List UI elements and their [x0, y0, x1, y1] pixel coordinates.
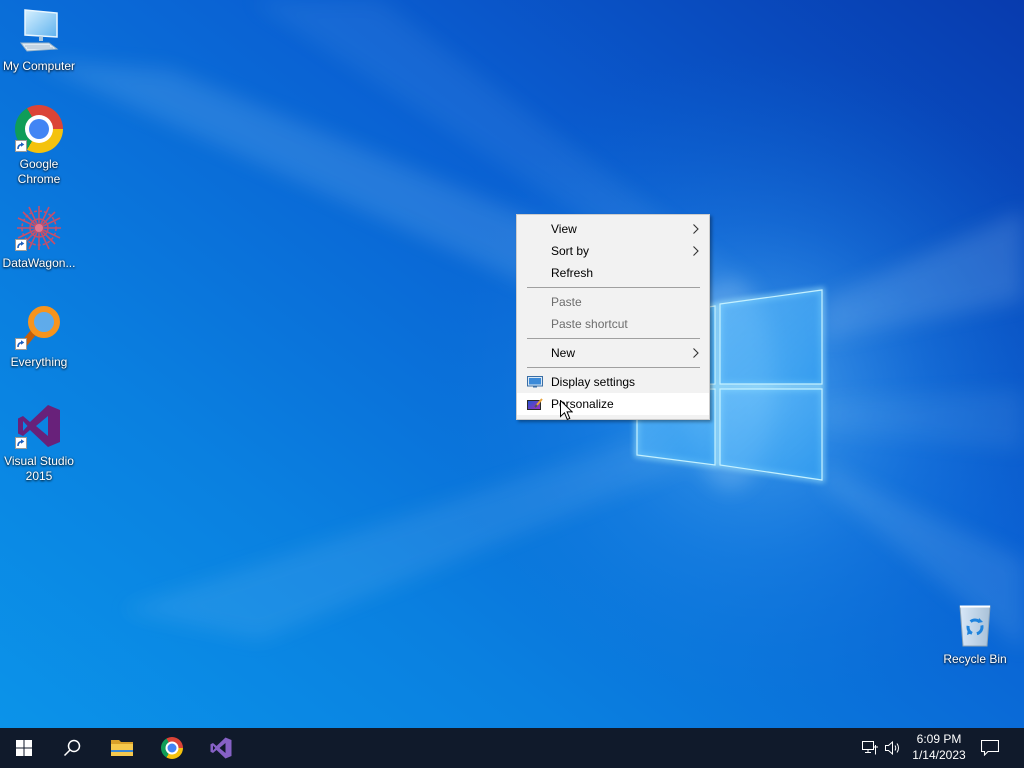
shortcut-arrow-icon	[15, 437, 27, 449]
menu-item-label: Refresh	[551, 266, 594, 280]
tray-notifications[interactable]	[975, 728, 1005, 768]
desktop-wallpaper[interactable]	[0, 0, 1024, 768]
shortcut-arrow-icon	[15, 239, 27, 251]
menu-item-new[interactable]: New	[517, 342, 709, 364]
menu-item-sort-by[interactable]: Sort by	[517, 240, 709, 262]
menu-item-personalize[interactable]: Personalize	[517, 393, 709, 415]
desktop-icon-label: DataWagon...	[2, 256, 76, 270]
chrome-icon	[161, 737, 183, 759]
tray-volume[interactable]	[881, 728, 905, 768]
mouse-pointer-icon	[560, 400, 573, 421]
search-icon	[63, 739, 81, 757]
desktop-icon-label: Recycle Bin	[943, 652, 1007, 666]
chevron-right-icon	[693, 246, 699, 256]
desktop-icon-label: Google Chrome	[17, 157, 61, 186]
chrome-icon	[15, 105, 63, 153]
desktop-icon-google-chrome[interactable]: Google Chrome	[0, 105, 78, 187]
menu-item-label: View	[551, 222, 577, 236]
recycle-bin-icon	[951, 600, 999, 648]
menu-item-refresh[interactable]: Refresh	[517, 262, 709, 284]
volume-icon	[885, 741, 899, 755]
taskbar-visual-studio[interactable]	[197, 728, 245, 768]
windows-start-icon	[16, 740, 32, 756]
desktop-icon-my-computer[interactable]: My Computer	[0, 7, 78, 74]
datawagon-icon	[15, 204, 63, 252]
menu-item-label: Sort by	[551, 244, 590, 258]
menu-item-label: Paste	[551, 295, 582, 309]
file-explorer-icon	[111, 740, 133, 756]
taskbar-chrome[interactable]	[148, 728, 196, 768]
shortcut-arrow-icon	[15, 338, 27, 350]
taskbar: 6:09 PM 1/14/2023	[0, 728, 1024, 768]
desktop-icon-label: Visual Studio 2015	[4, 454, 74, 483]
desktop-icon-label: My Computer	[2, 59, 76, 73]
visual-studio-icon	[15, 402, 63, 450]
display-settings-icon	[527, 376, 543, 388]
search-button[interactable]	[48, 728, 96, 768]
chevron-right-icon	[693, 348, 699, 358]
desktop-icon-datawagon[interactable]: DataWagon...	[0, 204, 78, 271]
everything-search-icon	[15, 303, 63, 351]
menu-item-view[interactable]: View	[517, 218, 709, 240]
menu-item-paste[interactable]: Paste	[517, 291, 709, 313]
taskbar-file-explorer[interactable]	[98, 728, 146, 768]
visual-studio-icon	[210, 737, 232, 759]
menu-separator	[517, 364, 709, 371]
clock-time: 6:09 PM	[916, 732, 962, 746]
clock-date: 1/14/2023	[912, 748, 966, 762]
desktop-icon-label: Everything	[10, 355, 68, 369]
desktop-context-menu: View Sort by Refresh Paste Paste shortcu…	[516, 214, 710, 420]
personalize-icon	[527, 398, 543, 410]
shortcut-arrow-icon	[15, 140, 27, 152]
start-button[interactable]	[0, 728, 48, 768]
desktop-icon-everything[interactable]: Everything	[0, 303, 78, 370]
menu-item-label: Paste shortcut	[551, 317, 628, 331]
desktop-icon-visual-studio-2015[interactable]: Visual Studio 2015	[0, 402, 78, 484]
notification-icon	[981, 740, 999, 756]
tray-network[interactable]	[858, 728, 882, 768]
desktop-icon-recycle-bin[interactable]: Recycle Bin	[936, 600, 1014, 667]
menu-item-label: New	[551, 346, 576, 360]
menu-item-paste-shortcut[interactable]: Paste shortcut	[517, 313, 709, 335]
computer-icon	[15, 7, 63, 55]
network-icon	[861, 741, 878, 755]
menu-item-label: Display settings	[551, 375, 636, 389]
menu-item-display-settings[interactable]: Display settings	[517, 371, 709, 393]
menu-separator	[517, 335, 709, 342]
chevron-right-icon	[693, 224, 699, 234]
tray-clock[interactable]: 6:09 PM 1/14/2023	[906, 728, 972, 768]
menu-separator	[517, 284, 709, 291]
